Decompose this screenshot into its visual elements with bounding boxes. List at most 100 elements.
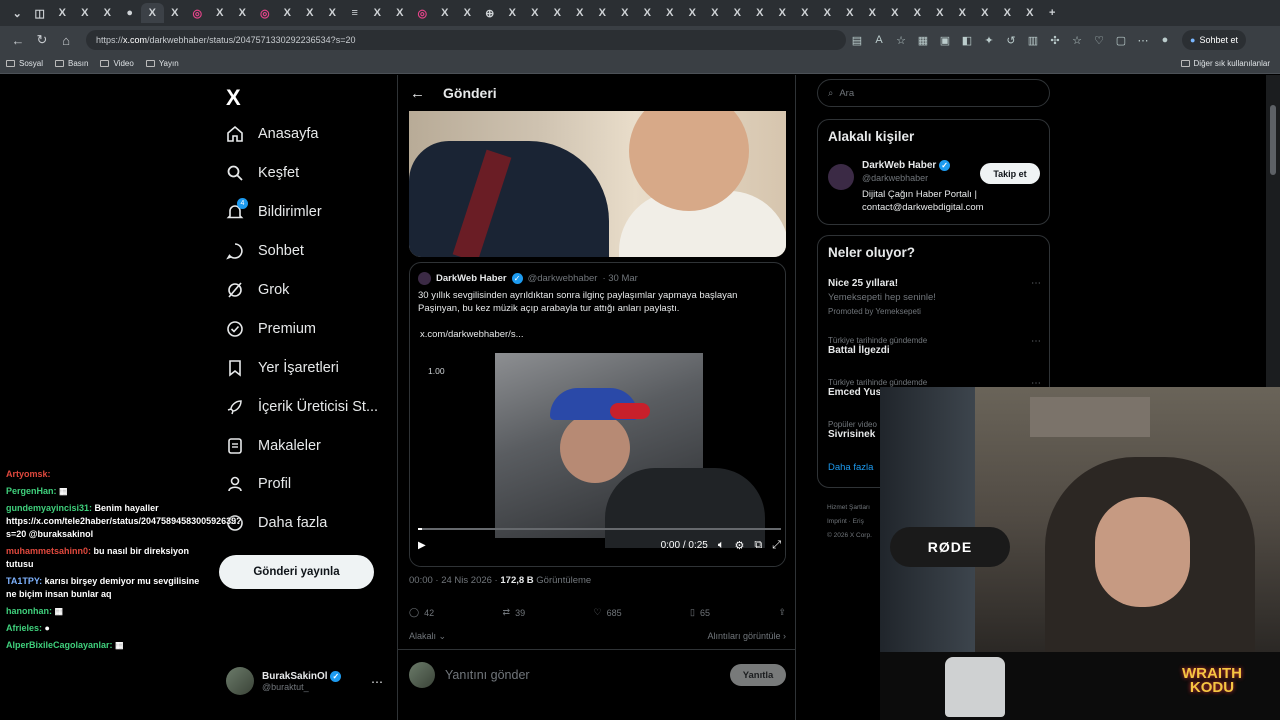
repost-action[interactable]: ⇄ 39	[503, 607, 526, 618]
nav-item-home[interactable]: Anasayfa	[226, 125, 318, 143]
browser-tab[interactable]: X	[276, 3, 299, 23]
browser-tab[interactable]: X	[456, 3, 479, 23]
browser-tab[interactable]: ◫	[29, 3, 52, 23]
quoted-author-name[interactable]: DarkWeb Haber	[436, 273, 507, 284]
browser-tab[interactable]: ≡	[344, 3, 367, 23]
view-quotes-link[interactable]: Alıntıları görüntüle ›	[707, 631, 786, 642]
browser-tab[interactable]: X	[951, 3, 974, 23]
related-dropdown[interactable]: Alakalı ⌄	[409, 631, 446, 642]
browser-tab[interactable]: X	[501, 3, 524, 23]
browser-tab[interactable]: X	[614, 3, 637, 23]
home-icon[interactable]: ⌂	[54, 30, 78, 50]
fullscreen-icon[interactable]: ⤢	[772, 539, 781, 552]
footer-link[interactable]: Hizmet Şartları	[827, 501, 872, 515]
browser-tab[interactable]: X	[96, 3, 119, 23]
browser-tab[interactable]: X	[209, 3, 232, 23]
video-player[interactable]: 1.00 ▶ 0:00 / 0:25 🔈︎ ⚙ ⧉ ⤢	[410, 353, 785, 566]
browser-tab[interactable]: ◎	[186, 3, 209, 23]
bookmark-folder[interactable]: Yayın	[145, 59, 179, 68]
related-person[interactable]: DarkWeb Haber ✓ @darkwebhaber Dijital Ça…	[828, 160, 1002, 214]
more-icon[interactable]: ⋯	[1132, 30, 1154, 50]
follow-button[interactable]: Takip et	[980, 163, 1040, 184]
copilot-icon[interactable]: ♡	[1088, 30, 1110, 50]
browser-tab[interactable]: X	[164, 3, 187, 23]
bookmark-folder[interactable]: Basın	[55, 59, 88, 68]
extension-icon[interactable]: ◧	[956, 30, 978, 50]
browser-tab[interactable]: X	[839, 3, 862, 23]
browser-tab[interactable]: X	[51, 3, 74, 23]
more-icon[interactable]: ⋯	[1031, 278, 1041, 289]
trend-item[interactable]: Türkiye tarihinde gündemde Battal İlgezd…	[828, 336, 1043, 356]
playback-speed[interactable]: 1.00	[428, 366, 445, 376]
bookmark-folder[interactable]: Sosyal	[6, 59, 43, 68]
browser-tab[interactable]: X	[636, 3, 659, 23]
chat-button[interactable]: ● Sohbet et	[1182, 30, 1246, 50]
reply-button[interactable]: Yanıtla	[730, 664, 786, 686]
browser-tab[interactable]: X	[389, 3, 412, 23]
video-progress-bar[interactable]	[418, 528, 781, 530]
reply-input[interactable]: Yanıtını gönder	[445, 668, 720, 682]
browser-tab[interactable]: X	[569, 3, 592, 23]
post-image[interactable]	[409, 111, 786, 257]
show-more-link[interactable]: Daha fazla	[828, 462, 873, 473]
profile-avatar[interactable]: ●	[1154, 30, 1176, 50]
browser-tab[interactable]: ⌄	[6, 3, 29, 23]
browser-tab[interactable]: X	[726, 3, 749, 23]
browser-tab[interactable]: X	[681, 3, 704, 23]
like-action[interactable]: ♡ 685	[594, 607, 622, 618]
extension-icon[interactable]: ✦	[978, 30, 1000, 50]
nav-item-premium[interactable]: Premium	[226, 320, 316, 338]
sidebar-icon[interactable]: ▥	[1022, 30, 1044, 50]
browser-tab[interactable]: X	[996, 3, 1019, 23]
bookmark-folder[interactable]: Video	[100, 59, 134, 68]
browser-tab[interactable]: X	[299, 3, 322, 23]
browser-tab[interactable]: X	[749, 3, 772, 23]
x-logo[interactable]: X	[226, 85, 241, 111]
nav-item-notifications[interactable]: 4 Bildirimler	[226, 198, 322, 221]
more-icon[interactable]: ⋯	[1031, 336, 1041, 347]
browser-tab[interactable]: X	[884, 3, 907, 23]
nav-item-chat[interactable]: Sohbet	[226, 242, 304, 260]
search-input[interactable]: ⌕ Ara	[817, 79, 1050, 107]
browser-tab[interactable]: X	[434, 3, 457, 23]
play-icon[interactable]: ▶	[418, 540, 426, 551]
browser-tab[interactable]: X	[794, 3, 817, 23]
favorite-star-icon[interactable]: ☆	[890, 30, 912, 50]
url-field[interactable]: https://x.com/darkwebhaber/status/204757…	[86, 30, 846, 50]
browser-tab[interactable]: ◎	[254, 3, 277, 23]
extension-icon[interactable]: ▣	[934, 30, 956, 50]
browser-tab[interactable]: X	[1019, 3, 1042, 23]
browser-tab[interactable]: X	[974, 3, 997, 23]
new-tab-button[interactable]: +	[1041, 3, 1064, 23]
browser-tab[interactable]: X	[771, 3, 794, 23]
account-switcher[interactable]: BurakSakinOl ✓ @buraktut_	[226, 667, 342, 695]
pip-icon[interactable]: ⧉	[754, 539, 762, 552]
browser-tab[interactable]: X	[906, 3, 929, 23]
post-button[interactable]: Gönderi yayınla	[219, 555, 374, 589]
footer-link[interactable]: Imprint · Eriş	[827, 515, 872, 529]
extension-icon[interactable]: ▦	[912, 30, 934, 50]
browser-tab[interactable]: X	[231, 3, 254, 23]
extension-icon[interactable]: ↺	[1000, 30, 1022, 50]
browser-tab[interactable]: X	[74, 3, 97, 23]
split-view-icon[interactable]: ▤	[846, 30, 868, 50]
account-more-icon[interactable]: ⋯	[371, 675, 383, 689]
browser-tab[interactable]: X	[929, 3, 952, 23]
nav-item-creator-studio[interactable]: İçerik Üreticisi St...	[226, 398, 378, 416]
nav-item-profile[interactable]: Profil	[226, 475, 291, 493]
trend-item[interactable]: Nice 25 yıllara! Yemeksepeti hep seninle…	[828, 278, 1043, 316]
volume-icon[interactable]: 🔈︎	[718, 539, 725, 552]
quoted-post[interactable]: DarkWeb Haber ✓ @darkwebhaber · 30 Mar 3…	[409, 262, 786, 567]
browser-tab[interactable]: X	[546, 3, 569, 23]
other-bookmarks[interactable]: Diğer sık kullanılanlar	[1180, 59, 1270, 68]
collections-icon[interactable]: ▢	[1110, 30, 1132, 50]
browser-tab[interactable]: X	[524, 3, 547, 23]
settings-gear-icon[interactable]: ⚙	[734, 539, 744, 552]
post-timestamp[interactable]: 00:00 · 24 Nis 2026 ·	[409, 575, 498, 586]
browser-tab[interactable]: X	[591, 3, 614, 23]
browser-tab[interactable]: X	[141, 3, 164, 23]
browser-tab[interactable]: ◎	[411, 3, 434, 23]
browser-tab[interactable]: X	[861, 3, 884, 23]
back-icon[interactable]: ←	[6, 30, 30, 50]
reply-action[interactable]: ◯ 42	[409, 607, 434, 618]
